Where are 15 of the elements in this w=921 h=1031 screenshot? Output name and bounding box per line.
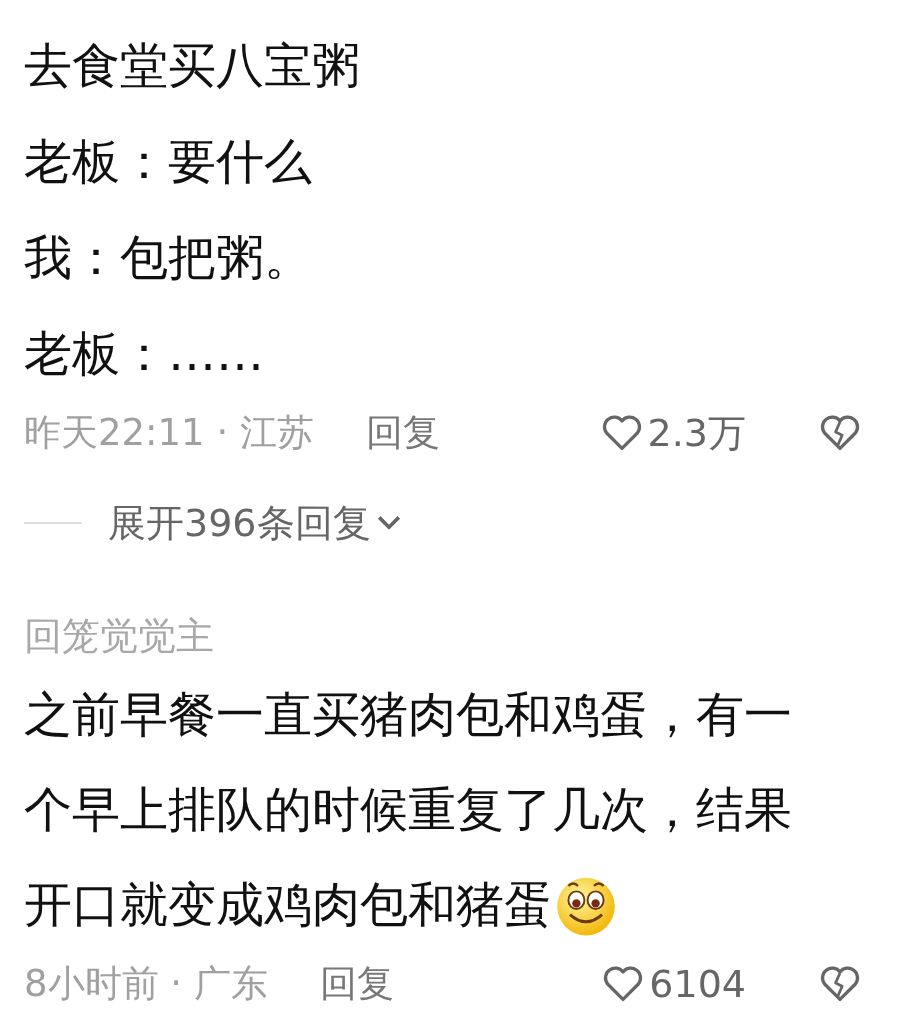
reply-link[interactable]: 回复 — [365, 408, 440, 458]
comment-text: 我：包把粥。 — [24, 228, 312, 287]
timestamp-location: 8小时前 · 广东 — [24, 961, 268, 1007]
reply-link[interactable]: 回复 — [319, 959, 394, 1009]
comment-text: 老板：要什么 — [24, 132, 312, 191]
like-count: 2.3万 — [647, 409, 746, 457]
expand-replies-link[interactable]: 展开396条回复 — [108, 497, 403, 549]
like-count: 6104 — [649, 962, 746, 1006]
comment-text: 去食堂买八宝粥 — [24, 36, 360, 95]
comment-text: 个早上排队的时候重复了几次，结果 — [24, 780, 792, 839]
timestamp-location: 昨天22:11 · 江苏 — [24, 410, 314, 456]
comment-text: 之前早餐一直买猪肉包和鸡蛋，有一 — [24, 685, 792, 744]
comment-text: 老板：…… — [24, 324, 264, 383]
comment-author[interactable]: 回笼觉觉主 — [24, 611, 921, 661]
comment-text: 开口就变成鸡肉包和猪蛋 — [24, 875, 552, 934]
